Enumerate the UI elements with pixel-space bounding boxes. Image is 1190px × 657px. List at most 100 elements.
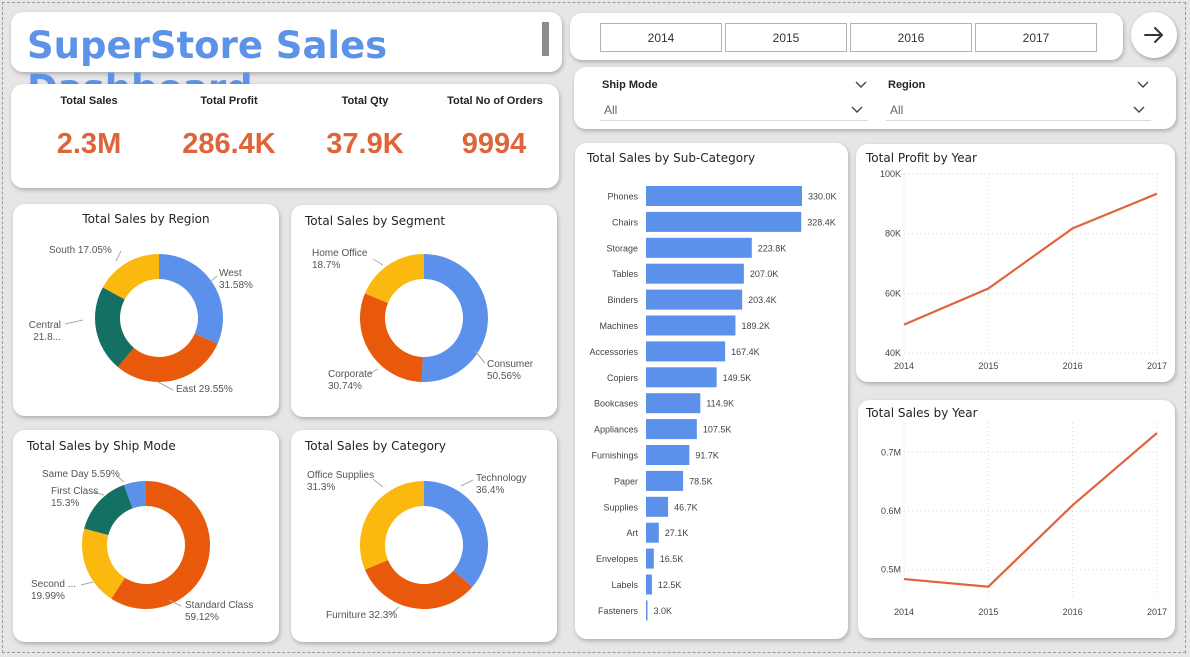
donut-label-south: South 17.05% bbox=[49, 245, 112, 256]
bar-category-label: Envelopes bbox=[596, 554, 639, 564]
leader-line bbox=[474, 350, 486, 364]
x-tick-label: 2015 bbox=[978, 361, 998, 371]
bar-storage bbox=[646, 237, 752, 258]
donut-label-same-day: Same Day 5.59% bbox=[42, 469, 120, 480]
bar-fasteners bbox=[646, 600, 648, 621]
bar-category-label: Art bbox=[626, 528, 638, 538]
bar-chairs bbox=[646, 211, 802, 232]
bar-phones bbox=[646, 186, 802, 206]
scroll-handle[interactable] bbox=[542, 22, 549, 56]
bar-category-label: Labels bbox=[611, 580, 638, 590]
donut-slice-office-supplies bbox=[360, 481, 424, 570]
kpi-label-sales: Total Sales bbox=[60, 95, 118, 107]
donut-label-standard-class: Standard Class 59.12% bbox=[185, 600, 253, 623]
region-donut-chart: West 31.58% East 29.55% Central 21.8... South… bbox=[29, 245, 253, 395]
y-tick-label: 100K bbox=[880, 169, 901, 179]
donut-label-central: Central 21.8... bbox=[29, 320, 61, 343]
chevron-down-icon[interactable] bbox=[854, 80, 868, 89]
segment-donut-chart: Consumer 50.56% Corporate 30.74% Home Office… bbox=[312, 248, 534, 392]
bar-category-label: Phones bbox=[607, 192, 638, 202]
x-tick-label: 2014 bbox=[894, 361, 914, 371]
leader-line bbox=[460, 479, 474, 487]
leader-line bbox=[115, 250, 122, 262]
bar-value-label: 27.1K bbox=[665, 528, 689, 538]
kpi-label-orders: Total No of Orders bbox=[447, 95, 543, 107]
bar-value-label: 91.7K bbox=[695, 451, 719, 461]
profit-year-chart-card: Total Profit by Year 40K 60K 80K 100K 2014 20… bbox=[856, 144, 1175, 382]
leader-line bbox=[209, 275, 218, 283]
segment-chart-card: Total Sales by Segment Consumer 50.56% Cor… bbox=[291, 205, 557, 417]
x-tick-label: 2016 bbox=[1063, 361, 1083, 371]
bar-art bbox=[646, 522, 659, 543]
donut-label-second-class: Second ... 19.99% bbox=[31, 579, 76, 602]
bar-copiers bbox=[646, 367, 717, 388]
donut-slice-east bbox=[117, 333, 218, 382]
bar-value-label: 167.4K bbox=[731, 347, 760, 357]
donut-label-home-office: Home Office 18.7% bbox=[312, 248, 368, 271]
bar-value-label: 107.5K bbox=[703, 425, 732, 435]
leader-line bbox=[80, 581, 94, 586]
bar-supplies bbox=[646, 496, 669, 517]
donut-label-office-supplies: Office Supplies 31.3% bbox=[307, 470, 374, 493]
bar-envelopes bbox=[646, 548, 654, 569]
bar-category-label: Supplies bbox=[603, 502, 638, 512]
title-card: SuperStore Sales Dashboard bbox=[11, 12, 562, 110]
donut-label-furniture: Furniture 32.3% bbox=[326, 610, 397, 621]
ship-mode-dropdown[interactable]: All bbox=[600, 99, 868, 121]
bar-value-label: 203.4K bbox=[748, 295, 777, 305]
year-button-2015[interactable]: 2015 bbox=[725, 23, 847, 52]
chevron-down-icon bbox=[851, 106, 863, 113]
kpi-value-orders: 9994 bbox=[461, 128, 527, 160]
y-tick-label: 0.6M bbox=[881, 506, 901, 516]
year-button-2016[interactable]: 2016 bbox=[850, 23, 972, 52]
bar-category-label: Chairs bbox=[612, 217, 639, 227]
donut-label-consumer: Consumer 50.56% bbox=[487, 359, 534, 382]
bar-value-label: 114.9K bbox=[706, 399, 734, 409]
sales-year-line-chart: 0.5M 0.6M 0.7M 2014 2015 2016 2017 bbox=[881, 423, 1167, 617]
year-slicer-card: 2014 2015 2016 2017 bbox=[570, 13, 1123, 60]
donut-label-first-class: First Class 15.3% bbox=[51, 486, 98, 509]
donut-label-corporate: Corporate 30.74% bbox=[328, 369, 373, 392]
year-button-2014[interactable]: 2014 bbox=[600, 23, 722, 52]
subcategory-bar-chart: Phones 330.0K Chairs 328.4K Storage 223.8K Tab… bbox=[589, 186, 837, 621]
y-tick-label: 0.7M bbox=[881, 447, 901, 457]
kpi-value-profit: 286.4K bbox=[182, 128, 276, 160]
x-tick-label: 2014 bbox=[894, 607, 914, 617]
bar-furnishings bbox=[646, 445, 690, 465]
kpi-value-sales: 2.3M bbox=[56, 128, 122, 160]
bar-bookcases bbox=[646, 393, 701, 414]
bar-value-label: 149.5K bbox=[723, 373, 752, 383]
arrow-right-icon bbox=[1144, 27, 1163, 43]
bar-paper bbox=[646, 470, 684, 491]
profit-year-line-chart: 40K 60K 80K 100K 2014 2015 2016 2017 bbox=[880, 169, 1167, 371]
donut-label-technology: Technology 36.4% bbox=[476, 473, 527, 496]
bar-category-label: Binders bbox=[607, 295, 638, 305]
region-dropdown[interactable]: All bbox=[886, 99, 1151, 121]
line-series bbox=[903, 432, 1158, 588]
next-page-button[interactable] bbox=[1131, 12, 1177, 58]
bar-category-label: Storage bbox=[606, 243, 638, 253]
bar-tables bbox=[646, 263, 744, 284]
kpi-card: Total Sales 2.3M Total Profit 286.4K Tot… bbox=[11, 84, 559, 188]
year-button-2017[interactable]: 2017 bbox=[975, 23, 1097, 52]
bar-value-label: 78.5K bbox=[689, 476, 713, 486]
shipmode-chart-card: Total Sales by Ship Mode Standard Class 5… bbox=[13, 430, 279, 642]
bar-value-label: 330.0K bbox=[808, 192, 837, 202]
bar-category-label: Bookcases bbox=[594, 399, 639, 409]
bar-category-label: Fasteners bbox=[598, 606, 639, 616]
bar-value-label: 189.2K bbox=[741, 321, 770, 331]
ship-mode-label: Ship Mode bbox=[602, 79, 658, 91]
filter-card: Ship Mode All Region All bbox=[574, 67, 1176, 129]
y-tick-label: 40K bbox=[885, 348, 901, 358]
donut-label-east: East 29.55% bbox=[176, 384, 233, 395]
region-label: Region bbox=[888, 79, 926, 91]
bar-category-label: Copiers bbox=[607, 373, 639, 383]
chevron-down-icon bbox=[1133, 106, 1145, 113]
donut-label-west: West 31.58% bbox=[219, 268, 253, 291]
region-chart-card: Total Sales by Region West 31.58% East 29.… bbox=[13, 204, 279, 416]
bar-category-label: Tables bbox=[612, 269, 639, 279]
chevron-down-icon[interactable] bbox=[1136, 80, 1150, 89]
x-tick-label: 2016 bbox=[1063, 607, 1083, 617]
x-tick-label: 2017 bbox=[1147, 361, 1167, 371]
x-tick-label: 2015 bbox=[978, 607, 998, 617]
